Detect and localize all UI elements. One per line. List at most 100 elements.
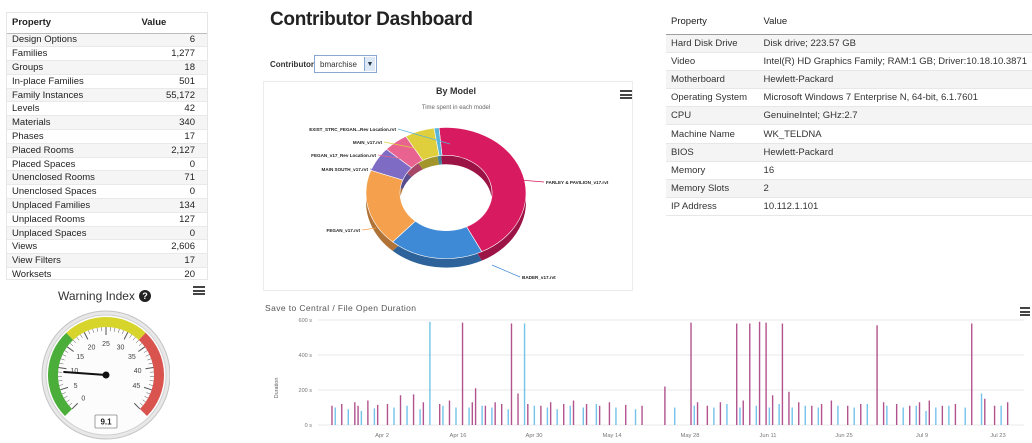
duration-bar[interactable] — [471, 402, 474, 425]
duration-bar[interactable] — [572, 400, 575, 426]
contributor-select[interactable]: bmarchise ▼ — [314, 55, 377, 73]
duration-bar[interactable] — [984, 398, 986, 425]
duration-bar[interactable] — [585, 404, 588, 425]
duration-bar[interactable] — [1006, 402, 1009, 425]
duration-bar[interactable] — [882, 402, 885, 425]
duration-bar[interactable] — [690, 322, 692, 425]
duration-bar[interactable] — [468, 407, 470, 426]
duration-bar[interactable] — [830, 400, 833, 426]
duration-bar[interactable] — [533, 405, 536, 425]
duration-bar[interactable] — [386, 404, 389, 425]
duration-bar[interactable] — [876, 325, 878, 425]
duration-bar[interactable] — [494, 402, 496, 425]
duration-bar[interactable] — [474, 388, 477, 425]
duration-bar[interactable] — [765, 322, 767, 425]
duration-bar[interactable] — [941, 405, 944, 425]
duration-bar[interactable] — [726, 404, 728, 425]
duration-bar[interactable] — [347, 409, 349, 425]
duration-bar[interactable] — [804, 405, 806, 425]
duration-bar[interactable] — [1000, 405, 1002, 425]
duration-bar[interactable] — [461, 322, 464, 425]
question-circle-icon[interactable]: ? — [138, 290, 151, 302]
duration-bar[interactable] — [510, 323, 513, 426]
duration-bar[interactable] — [820, 404, 823, 425]
duration-bar[interactable] — [393, 407, 395, 426]
duration-bar[interactable] — [768, 407, 771, 426]
duration-bar[interactable] — [791, 407, 793, 426]
duration-bar[interactable] — [625, 404, 627, 425]
duration-bar[interactable] — [419, 409, 421, 425]
duration-bar[interactable] — [595, 404, 598, 425]
duration-bar[interactable] — [569, 405, 571, 425]
duration-bar[interactable] — [954, 404, 957, 425]
duration-bar[interactable] — [641, 405, 643, 425]
property-column-header[interactable]: Property — [7, 13, 142, 34]
duration-bar[interactable] — [608, 402, 611, 425]
duration-bar[interactable] — [837, 405, 839, 425]
duration-bar[interactable] — [422, 402, 425, 425]
value-column-header[interactable]: Value — [758, 10, 1032, 35]
duration-bar[interactable] — [448, 400, 451, 426]
duration-bar[interactable] — [742, 400, 744, 426]
duration-bar[interactable] — [847, 405, 849, 425]
duration-bar[interactable] — [367, 400, 369, 426]
duration-bar[interactable] — [507, 409, 509, 425]
duration-bar[interactable] — [523, 323, 526, 426]
duration-bar[interactable] — [817, 407, 820, 426]
duration-bar[interactable] — [412, 394, 415, 425]
duration-bar[interactable] — [798, 402, 800, 425]
duration-bar[interactable] — [373, 408, 376, 425]
duration-bar[interactable] — [399, 395, 402, 425]
property-column-header[interactable]: Property — [666, 10, 759, 35]
duration-bar[interactable] — [739, 407, 741, 426]
duration-bar[interactable] — [736, 323, 738, 426]
duration-bar[interactable] — [778, 404, 780, 425]
chevron-down-icon[interactable]: ▼ — [364, 57, 375, 71]
duration-bar[interactable] — [549, 402, 552, 425]
duration-bar[interactable] — [527, 404, 529, 425]
duration-bar[interactable] — [811, 405, 813, 425]
duration-bar[interactable] — [582, 407, 585, 426]
duration-bar[interactable] — [902, 407, 904, 426]
duration-bar[interactable] — [546, 407, 549, 426]
duration-bar[interactable] — [696, 402, 699, 425]
duration-bar[interactable] — [749, 323, 751, 426]
duration-bar[interactable] — [442, 405, 444, 425]
duration-bar[interactable] — [664, 386, 666, 426]
duration-bar[interactable] — [964, 407, 966, 426]
duration-bar[interactable] — [429, 321, 431, 425]
duration-bar[interactable] — [481, 405, 483, 425]
duration-bar[interactable] — [438, 404, 441, 425]
duration-bar[interactable] — [674, 407, 676, 426]
duration-bar[interactable] — [615, 407, 617, 426]
duration-bar[interactable] — [693, 405, 695, 425]
duration-bar[interactable] — [556, 409, 558, 425]
duration-bar[interactable] — [758, 321, 761, 425]
duration-bar[interactable] — [491, 407, 493, 426]
duration-bar[interactable] — [484, 405, 487, 425]
duration-bar[interactable] — [334, 407, 336, 426]
duration-bar[interactable] — [755, 405, 758, 425]
hamburger-menu-icon[interactable] — [620, 90, 632, 99]
duration-bar[interactable] — [928, 400, 931, 426]
duration-bar[interactable] — [406, 405, 408, 425]
duration-bar[interactable] — [713, 407, 715, 426]
duration-bar[interactable] — [993, 405, 996, 425]
duration-bar[interactable] — [455, 407, 457, 426]
duration-bar[interactable] — [341, 404, 343, 425]
duration-bar[interactable] — [376, 404, 379, 425]
duration-bar[interactable] — [719, 402, 722, 425]
duration-bar[interactable] — [634, 409, 637, 425]
duration-bar[interactable] — [598, 405, 601, 425]
duration-bar[interactable] — [540, 405, 542, 425]
duration-bar[interactable] — [788, 391, 790, 425]
duration-bar[interactable] — [895, 404, 898, 425]
duration-bar[interactable] — [980, 393, 983, 426]
duration-bar[interactable] — [501, 404, 503, 425]
duration-bar[interactable] — [360, 411, 363, 425]
duration-bar[interactable] — [357, 405, 359, 425]
duration-bar[interactable] — [706, 405, 709, 425]
value-column-header[interactable]: Value — [141, 13, 207, 34]
duration-bar[interactable] — [853, 407, 855, 426]
duration-bar[interactable] — [866, 404, 868, 425]
